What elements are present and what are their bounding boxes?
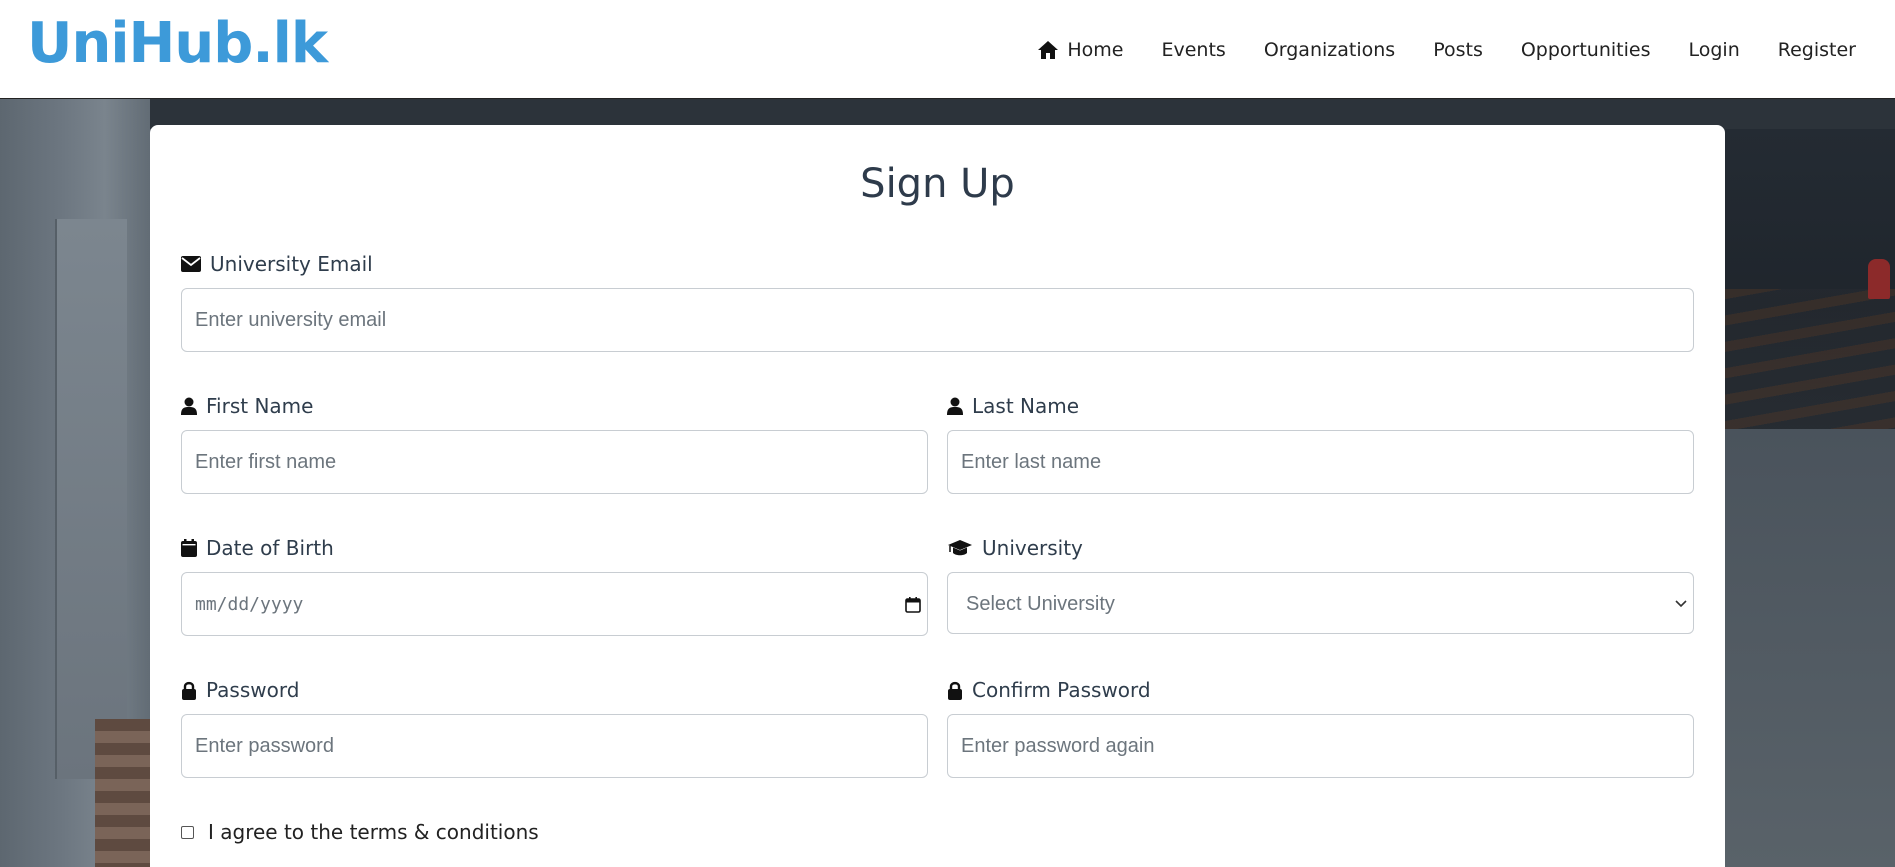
envelope-icon bbox=[181, 256, 201, 272]
university-field-group: University Select University bbox=[947, 534, 1694, 636]
nav-item-posts[interactable]: Posts bbox=[1433, 36, 1483, 64]
first-name-input[interactable] bbox=[181, 430, 928, 494]
university-select[interactable]: Select University bbox=[947, 572, 1694, 634]
nav-item-label: Home bbox=[1067, 39, 1124, 61]
user-icon bbox=[947, 397, 963, 415]
chevron-down-icon bbox=[1675, 600, 1687, 608]
terms-checkbox[interactable] bbox=[181, 825, 194, 839]
dob-placeholder: mm/dd/yyyy bbox=[195, 594, 304, 615]
background-person bbox=[1868, 259, 1890, 299]
university-label-text: University bbox=[982, 536, 1083, 560]
background-seats bbox=[1725, 289, 1895, 429]
last-name-label-text: Last Name bbox=[972, 394, 1080, 418]
nav-item-label: Register bbox=[1777, 39, 1856, 61]
background-floor bbox=[1725, 429, 1895, 867]
last-name-field-group: Last Name bbox=[947, 392, 1694, 494]
dob-label: Date of Birth bbox=[181, 534, 928, 562]
email-input[interactable] bbox=[181, 288, 1694, 352]
university-select-value: Select University bbox=[966, 593, 1115, 615]
first-name-field-group: First Name bbox=[181, 392, 928, 494]
university-label: University bbox=[947, 534, 1694, 562]
background-door bbox=[55, 219, 127, 779]
user-icon bbox=[181, 397, 197, 415]
nav-item-events[interactable]: Events bbox=[1161, 36, 1225, 64]
last-name-input[interactable] bbox=[947, 430, 1694, 494]
password-label-text: Password bbox=[206, 678, 300, 702]
nav-menu: Home Events Organizations Posts Opportun… bbox=[999, 36, 1856, 64]
first-name-label: First Name bbox=[181, 392, 928, 420]
calendar-icon bbox=[181, 539, 197, 557]
dob-field-group: Date of Birth mm/dd/yyyy bbox=[181, 534, 928, 636]
background-stairs bbox=[95, 719, 150, 867]
nav-item-label: Login bbox=[1688, 39, 1740, 61]
page-title: Sign Up bbox=[860, 161, 1015, 207]
nav-item-label: Posts bbox=[1433, 39, 1483, 61]
email-label-text: University Email bbox=[210, 252, 373, 276]
confirm-password-label: Confirm Password bbox=[947, 676, 1694, 704]
nav-item-home[interactable]: Home bbox=[1037, 36, 1123, 64]
password-label: Password bbox=[181, 676, 928, 704]
lock-icon bbox=[182, 681, 196, 700]
nav-item-label: Events bbox=[1161, 39, 1226, 61]
nav-item-organizations[interactable]: Organizations bbox=[1264, 36, 1395, 64]
nav-item-login[interactable]: Login bbox=[1689, 36, 1740, 64]
nav-item-register[interactable]: Register bbox=[1778, 36, 1856, 64]
lock-icon bbox=[948, 681, 962, 700]
confirm-password-input[interactable] bbox=[947, 714, 1694, 778]
brand-logo[interactable]: UniHub.lk bbox=[27, 12, 328, 76]
dob-label-text: Date of Birth bbox=[206, 536, 334, 560]
terms-row: I agree to the terms & conditions bbox=[181, 820, 539, 844]
confirm-password-field-group: Confirm Password bbox=[947, 676, 1694, 778]
terms-label[interactable]: I agree to the terms & conditions bbox=[208, 820, 539, 844]
home-icon bbox=[1038, 41, 1059, 59]
nav-item-opportunities[interactable]: Opportunities bbox=[1521, 36, 1651, 64]
nav-item-label: Organizations bbox=[1263, 39, 1396, 61]
confirm-password-label-text: Confirm Password bbox=[972, 678, 1151, 702]
graduation-cap-icon bbox=[948, 540, 972, 556]
first-name-label-text: First Name bbox=[206, 394, 314, 418]
email-label: University Email bbox=[181, 250, 1694, 278]
password-field-group: Password bbox=[181, 676, 928, 778]
nav-item-label: Opportunities bbox=[1520, 39, 1651, 61]
email-field-group: University Email bbox=[181, 250, 1694, 352]
calendar-picker-icon[interactable] bbox=[905, 597, 921, 613]
dob-input[interactable]: mm/dd/yyyy bbox=[181, 572, 928, 636]
navbar: UniHub.lk Home Events Organizations Post… bbox=[0, 0, 1895, 99]
signup-card: Sign Up University Email First Name bbox=[150, 125, 1725, 867]
last-name-label: Last Name bbox=[947, 392, 1694, 420]
password-input[interactable] bbox=[181, 714, 928, 778]
